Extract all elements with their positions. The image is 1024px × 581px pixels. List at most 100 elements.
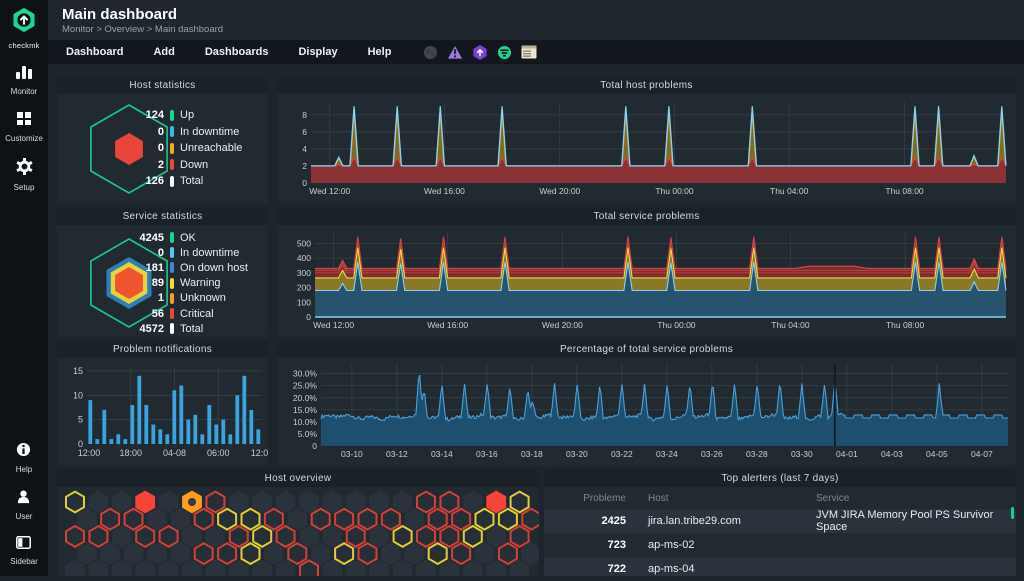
muted-circle-icon[interactable] [423,45,438,60]
host-hexagon[interactable] [147,508,166,530]
host-hexagon[interactable] [288,542,307,564]
host-hexagon[interactable] [100,542,119,564]
host-hexagon[interactable] [346,491,365,513]
host-hexagon[interactable] [217,542,236,564]
host-hexagon[interactable] [451,542,470,564]
host-hexagon[interactable] [299,525,318,547]
host-hexagon[interactable] [276,491,295,513]
host-hexagon[interactable] [65,525,84,547]
host-hexagon[interactable] [416,525,435,547]
host-hexagon[interactable] [522,542,539,564]
scrollbar-indicator[interactable] [1011,507,1014,519]
host-hexagon[interactable] [487,525,506,547]
host-hexagon[interactable] [463,525,482,547]
host-name[interactable]: ap-ms-02 [636,539,804,551]
table-row[interactable]: 722ap-ms-04 [544,557,1016,576]
host-hexagon[interactable] [112,560,131,576]
checkmk-logo[interactable]: checkmk [9,6,40,50]
host-hexagon[interactable] [171,508,190,530]
total-host-problems-chart[interactable]: 02468Wed 12:00Wed 16:00Wed 20:00Thu 00:0… [277,94,1016,208]
host-hexagon[interactable] [288,508,307,530]
host-hexagon[interactable] [323,491,342,513]
host-hexagon[interactable] [311,508,330,530]
host-hexagon[interactable] [381,508,400,530]
host-hexagon[interactable] [440,491,459,513]
host-hexagon[interactable] [89,560,108,576]
stat-row-up[interactable]: 124Up [128,107,258,124]
host-hexagon[interactable] [510,525,529,547]
host-overview-hexgrid[interactable] [57,487,539,581]
host-hexagon[interactable] [112,491,131,513]
hexagon-up-icon[interactable] [472,44,488,61]
host-hexagon[interactable] [77,542,96,564]
host-hexagon[interactable] [276,525,295,547]
host-hexagon[interactable] [405,508,424,530]
host-hexagon[interactable] [159,560,178,576]
host-hexagon[interactable] [65,491,84,513]
host-hexagon[interactable] [124,508,143,530]
table-row[interactable]: 723ap-ms-02 [544,533,1016,557]
host-hexagon[interactable] [498,508,517,530]
host-hexagon[interactable] [217,508,236,530]
menu-item-display[interactable]: Display [298,46,337,58]
host-hexagon[interactable] [194,508,213,530]
menu-item-dashboard[interactable]: Dashboard [66,46,123,58]
stat-row-critical[interactable]: 56Critical [128,306,258,321]
host-hexagon[interactable] [393,491,412,513]
host-hexagon[interactable] [428,508,447,530]
host-hexagon[interactable] [416,491,435,513]
total-service-problems-chart[interactable]: 0100200300400500Wed 12:00Wed 16:00Wed 20… [277,225,1016,342]
host-name[interactable]: jira.lan.tribe29.com [636,515,804,527]
host-hexagon[interactable] [323,525,342,547]
sidebar-item-user[interactable]: User [16,489,33,521]
percentage-service-problems-chart[interactable]: 05.0%10.0%15.0%20.0%25.0%30.0%03-1003-12… [277,358,1016,471]
column-service[interactable]: Service [804,493,1016,504]
column-problems[interactable]: Probleme [544,493,636,504]
host-hexagon[interactable] [486,491,506,514]
window-icon[interactable] [521,45,537,59]
host-hexagon[interactable] [334,508,353,530]
host-hexagon[interactable] [475,542,494,564]
host-hexagon[interactable] [241,542,260,564]
stat-row-warning[interactable]: 89Warning [128,276,258,291]
stat-row-on-down-host[interactable]: 181On down host [128,260,258,275]
host-hexagon[interactable] [136,560,155,576]
host-hexagon[interactable] [112,525,131,547]
host-hexagon[interactable] [241,508,260,530]
host-hexagon[interactable] [510,491,529,513]
host-hexagon[interactable] [370,525,389,547]
host-hexagon[interactable] [253,491,272,513]
host-hexagon[interactable] [346,525,365,547]
host-hexagon[interactable] [463,491,482,513]
host-hexagon[interactable] [159,525,178,547]
host-hexagon[interactable] [206,525,225,547]
host-hexagon[interactable] [182,525,201,547]
menu-item-help[interactable]: Help [368,46,392,58]
host-hexagon[interactable] [229,491,248,513]
stat-row-ok[interactable]: 4245OK [128,230,258,245]
host-hexagon[interactable] [100,508,119,530]
host-hexagon[interactable] [405,542,424,564]
host-hexagon[interactable] [381,542,400,564]
sidebar-item-sidebar[interactable]: Sidebar [10,536,38,566]
service-name[interactable]: JVM JIRA Memory Pool PS Survivor Space [804,509,1016,533]
stat-row-unknown[interactable]: 1Unknown [128,291,258,306]
menu-item-dashboards[interactable]: Dashboards [205,46,269,58]
menu-item-add[interactable]: Add [153,46,174,58]
host-hexagon[interactable] [135,491,155,514]
host-hexagon[interactable] [77,508,96,530]
host-hexagon[interactable] [370,491,389,513]
host-hexagon[interactable] [498,542,517,564]
sidebar-item-help[interactable]: Help [16,442,32,474]
sidebar-item-monitor[interactable]: Monitor [11,65,38,96]
host-hexagon[interactable] [124,542,143,564]
host-hexagon[interactable] [171,542,190,564]
host-hexagon[interactable] [89,491,108,513]
sidebar-item-customize[interactable]: Customize [5,111,43,143]
host-hexagon[interactable] [253,525,272,547]
host-hexagon[interactable] [229,525,248,547]
host-hexagon[interactable] [522,508,539,530]
host-hexagon[interactable] [182,491,202,514]
stat-row-total[interactable]: 126Total [128,173,258,190]
host-hexagon[interactable] [194,542,213,564]
